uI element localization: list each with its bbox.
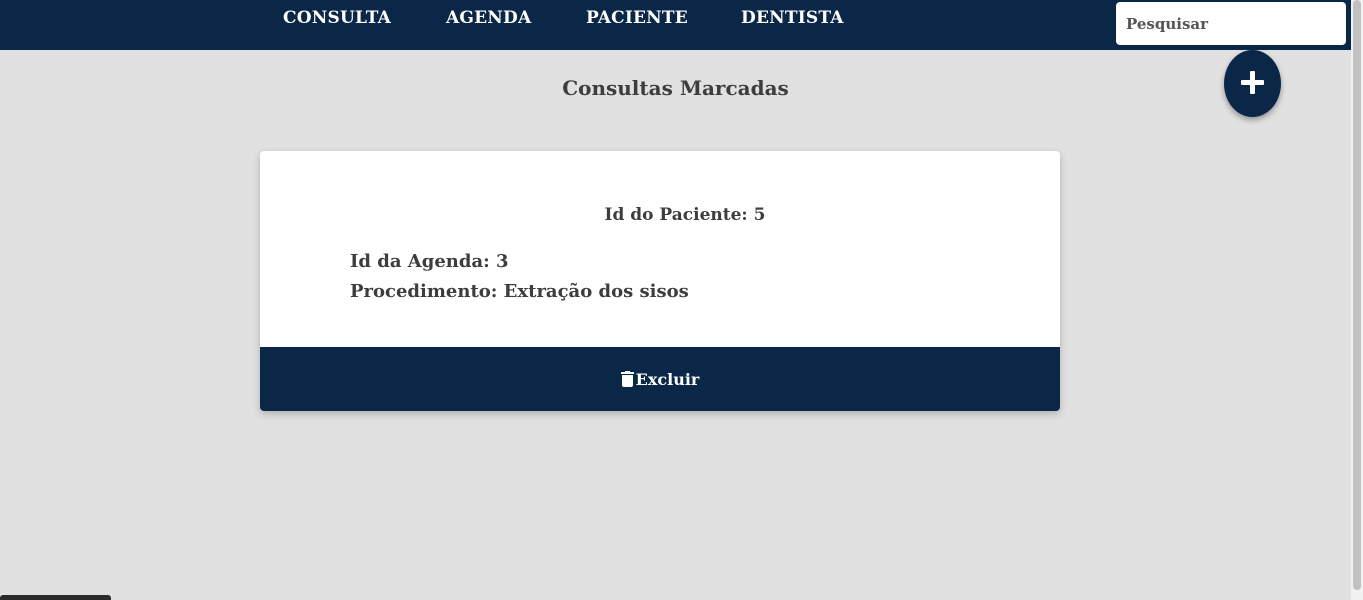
nav-link-dentista[interactable]: DENTISTA [741,8,844,28]
procedure-text: Procedimento: Extração dos sisos [350,281,689,302]
scrollbar-thumb[interactable] [1353,0,1361,590]
status-tooltip [0,595,111,600]
nav-link-consulta[interactable]: CONSULTA [283,8,391,28]
trash-icon [620,371,634,387]
search-input[interactable] [1116,2,1346,45]
page-title: Consultas Marcadas [562,76,789,100]
consulta-card: Id do Paciente: 5 Id da Agenda: 3 Proced… [260,151,1060,411]
nav-link-agenda[interactable]: AGENDA [446,8,531,28]
agenda-id-text: Id da Agenda: 3 [350,251,509,272]
patient-id-text: Id do Paciente: 5 [604,205,766,225]
delete-button[interactable]: Excluir [260,347,1060,411]
top-navbar: CONSULTA AGENDA PACIENTE DENTISTA [0,0,1351,50]
delete-button-label: Excluir [635,369,700,389]
nav-link-paciente[interactable]: PACIENTE [586,8,688,28]
page-scrollbar[interactable] [1351,0,1363,600]
